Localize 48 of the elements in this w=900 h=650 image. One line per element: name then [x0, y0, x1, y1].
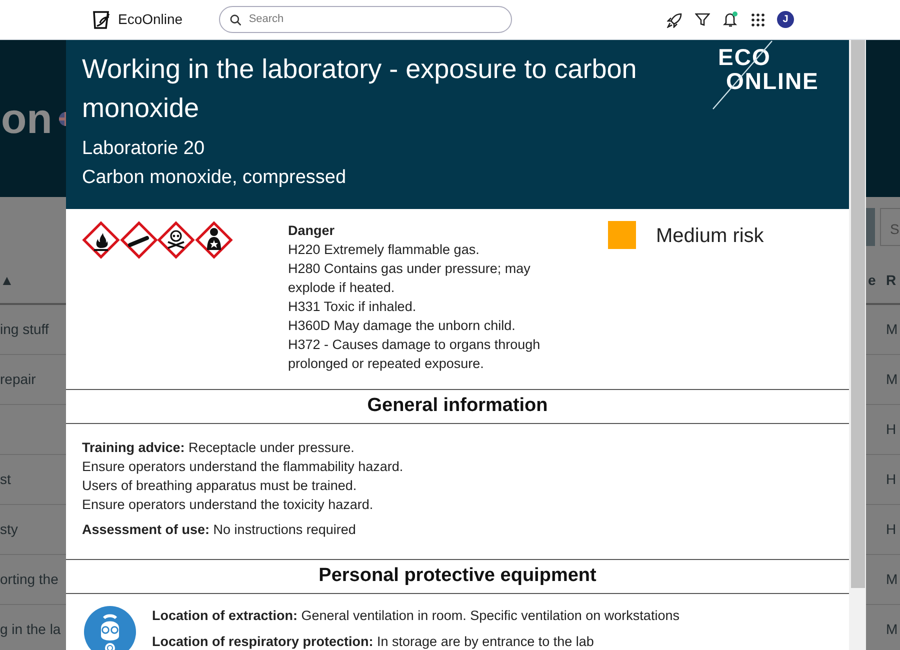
modal-title: Working in the laboratory - exposure to carbon monoxide — [82, 53, 638, 125]
notification-bell-icon[interactable] — [722, 11, 739, 28]
table-cell-text: H — [886, 470, 898, 489]
info-text: Location of respiratory protection: In storage are by entrance to the lab — [152, 632, 595, 650]
info-text: Location of extraction: General ventilation in room. Specific ventilation on workstations — [152, 606, 680, 625]
hazard-statement: H360D May damage the unborn child. — [288, 317, 516, 335]
hazard-statement: H372 - Causes damage to organs through prolonged or repeated exposure. — [288, 336, 542, 373]
table-cell-text: M — [886, 620, 899, 639]
table-cell-text: M — [886, 370, 899, 389]
hazard-statement: H220 Extremely flammable gas. — [288, 241, 480, 259]
risk-label: Medium risk — [656, 224, 764, 249]
table-cell-text: H — [886, 520, 898, 539]
hazard-statement: H280 Contains gas under pressure; may explode if heated. — [288, 260, 532, 297]
search-bar[interactable]: Search — [218, 6, 512, 33]
filter-icon[interactable] — [695, 12, 710, 27]
modal-subtitle: Laboratorie 20 — [82, 137, 206, 161]
table-cell-text: ing stuff — [0, 320, 50, 339]
gas-cylinder-hazard-icon — [120, 221, 158, 259]
info-text: Assessment of use: No instructions required — [82, 520, 357, 539]
skull-hazard-icon — [157, 221, 195, 259]
page-heading: on — [1, 94, 52, 144]
column-header[interactable]: e — [868, 270, 876, 290]
table-cell-text: M — [886, 320, 899, 339]
filter-field[interactable]: S — [880, 208, 900, 246]
info-text: Training advice: Receptacle under pressure. Ensure operators understand the flammability hazard. Users of breathing apparatus must be trained. Ensure operators understand the toxicity hazard. — [82, 438, 404, 514]
table-cell-text: g in the la — [0, 620, 62, 639]
table-cell-text: H — [886, 420, 898, 439]
signal-word: Danger — [288, 222, 336, 240]
apps-grid-icon[interactable] — [751, 12, 765, 26]
section-heading: General information — [66, 390, 849, 424]
table-cell-text: repair — [0, 370, 37, 389]
table-cell-text: st — [0, 470, 12, 489]
brand-name[interactable]: EcoOnline — [118, 9, 183, 30]
search-field[interactable]: Search — [246, 10, 501, 29]
search-icon[interactable] — [230, 14, 241, 26]
column-header[interactable]: R — [886, 270, 899, 290]
table-cell-text: orting the — [0, 570, 60, 589]
hazard-statement: H331 Toxic if inhaled. — [288, 298, 418, 316]
table-cell-text: sty — [0, 520, 19, 539]
scrollbar-thumb[interactable] — [850, 40, 864, 588]
section-heading: Personal protective equipment — [66, 560, 849, 594]
flame-hazard-icon — [82, 221, 120, 259]
health-hazard-icon — [194, 221, 232, 259]
table-cell-text: M — [886, 570, 899, 589]
modal-subtitle: Carbon monoxide, compressed — [82, 166, 348, 190]
user-avatar[interactable]: J — [777, 11, 794, 28]
column-header[interactable]: ▲ — [0, 270, 66, 290]
rocket-icon[interactable] — [667, 12, 683, 28]
